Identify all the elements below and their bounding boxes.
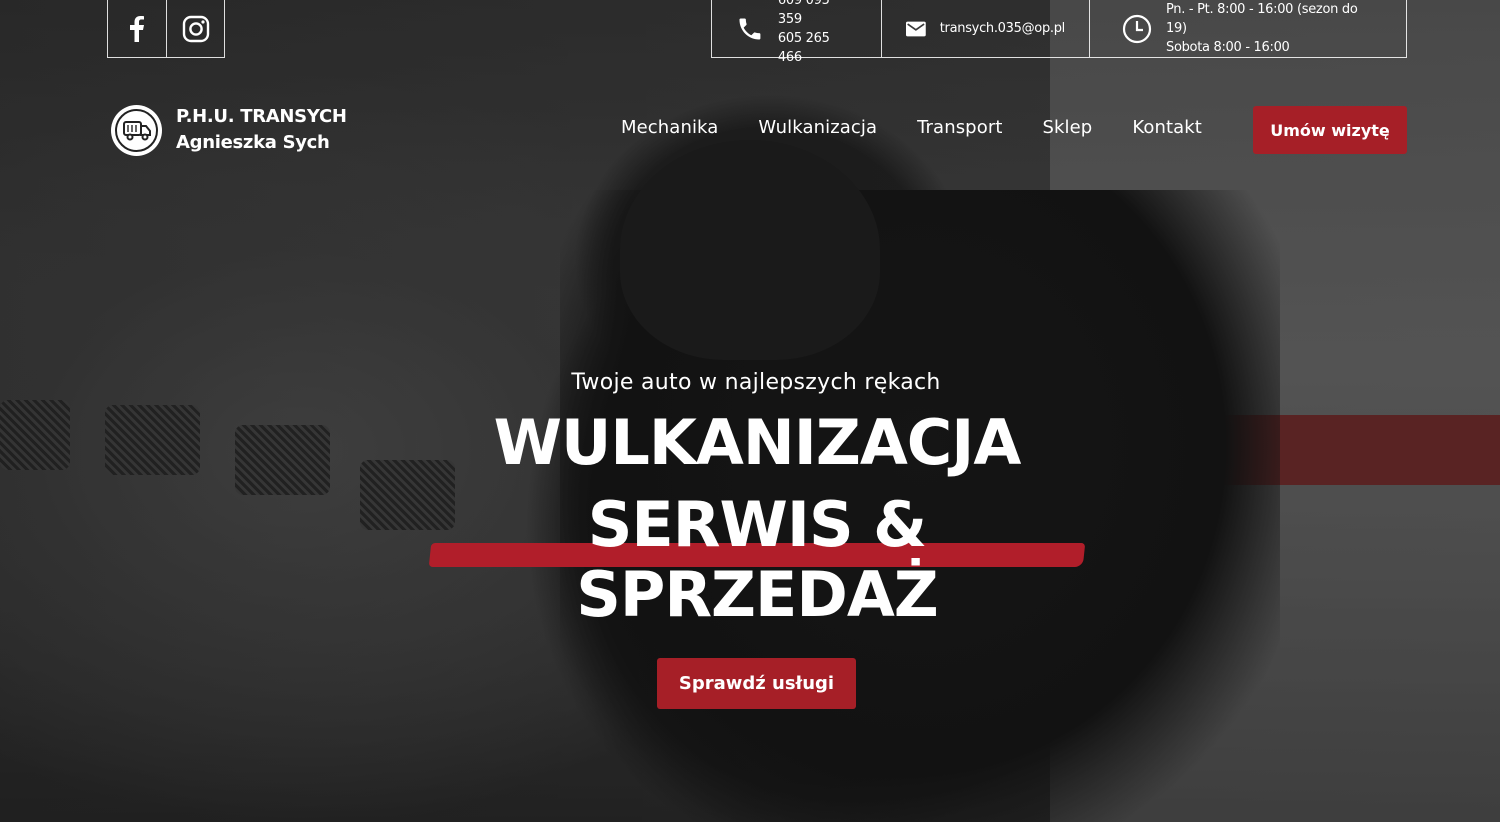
nav-item-transport[interactable]: Transport [917, 117, 1002, 138]
facebook-link[interactable] [108, 0, 166, 57]
contact-bar: 609 095 359 605 265 466 transych.035@op.… [711, 0, 1407, 65]
instagram-icon [182, 15, 209, 42]
email-address[interactable]: transych.035@op.pl [940, 19, 1066, 38]
facebook-icon [130, 15, 144, 42]
main-nav: Mechanika Wulkanizacja Transport Sklep K… [621, 117, 1202, 138]
instagram-link[interactable] [166, 0, 224, 57]
mail-icon [906, 21, 926, 36]
brand-name: P.H.U. TRANSYCH [176, 106, 347, 127]
nav-item-wulkanizacja[interactable]: Wulkanizacja [758, 117, 877, 138]
hours-weekdays: Pn. - Pt. 8:00 - 16:00 (sezon do 19) [1166, 2, 1358, 36]
email-cell[interactable]: transych.035@op.pl [881, 0, 1089, 57]
hours-saturday: Sobota 8:00 - 16:00 [1166, 40, 1290, 55]
clock-icon [1122, 14, 1152, 43]
social-links [107, 0, 225, 58]
phone-icon [739, 18, 761, 39]
truck-icon [122, 121, 151, 141]
brand-owner: Agnieszka Sych [176, 132, 330, 153]
hero-title-secondary: SERWIS & SPRZEDAŻ [576, 488, 939, 631]
hero-tagline: Twoje auto w najlepszych rękach [571, 370, 941, 395]
phone-cell[interactable]: 609 095 359 605 265 466 [712, 0, 881, 65]
nav-item-kontakt[interactable]: Kontakt [1132, 117, 1202, 138]
hero-title-primary: WULKANIZACJA [493, 406, 1022, 479]
hours-cell: Pn. - Pt. 8:00 - 16:00 (sezon do 19) Sob… [1089, 0, 1406, 57]
phone-number-2[interactable]: 605 265 466 [778, 29, 857, 67]
logo-badge [111, 104, 162, 156]
phone-number-1[interactable]: 609 095 359 [778, 0, 857, 29]
nav-item-mechanika[interactable]: Mechanika [621, 117, 718, 138]
nav-item-sklep[interactable]: Sklep [1042, 117, 1092, 138]
check-services-button[interactable]: Sprawdź usługi [657, 658, 856, 709]
book-visit-button[interactable]: Umów wizytę [1253, 106, 1407, 154]
site-logo[interactable]: P.H.U. TRANSYCH Agnieszka Sych [111, 104, 347, 156]
hero-title-secondary-wrap: SERWIS & SPRZEDAŻ [428, 490, 1086, 630]
